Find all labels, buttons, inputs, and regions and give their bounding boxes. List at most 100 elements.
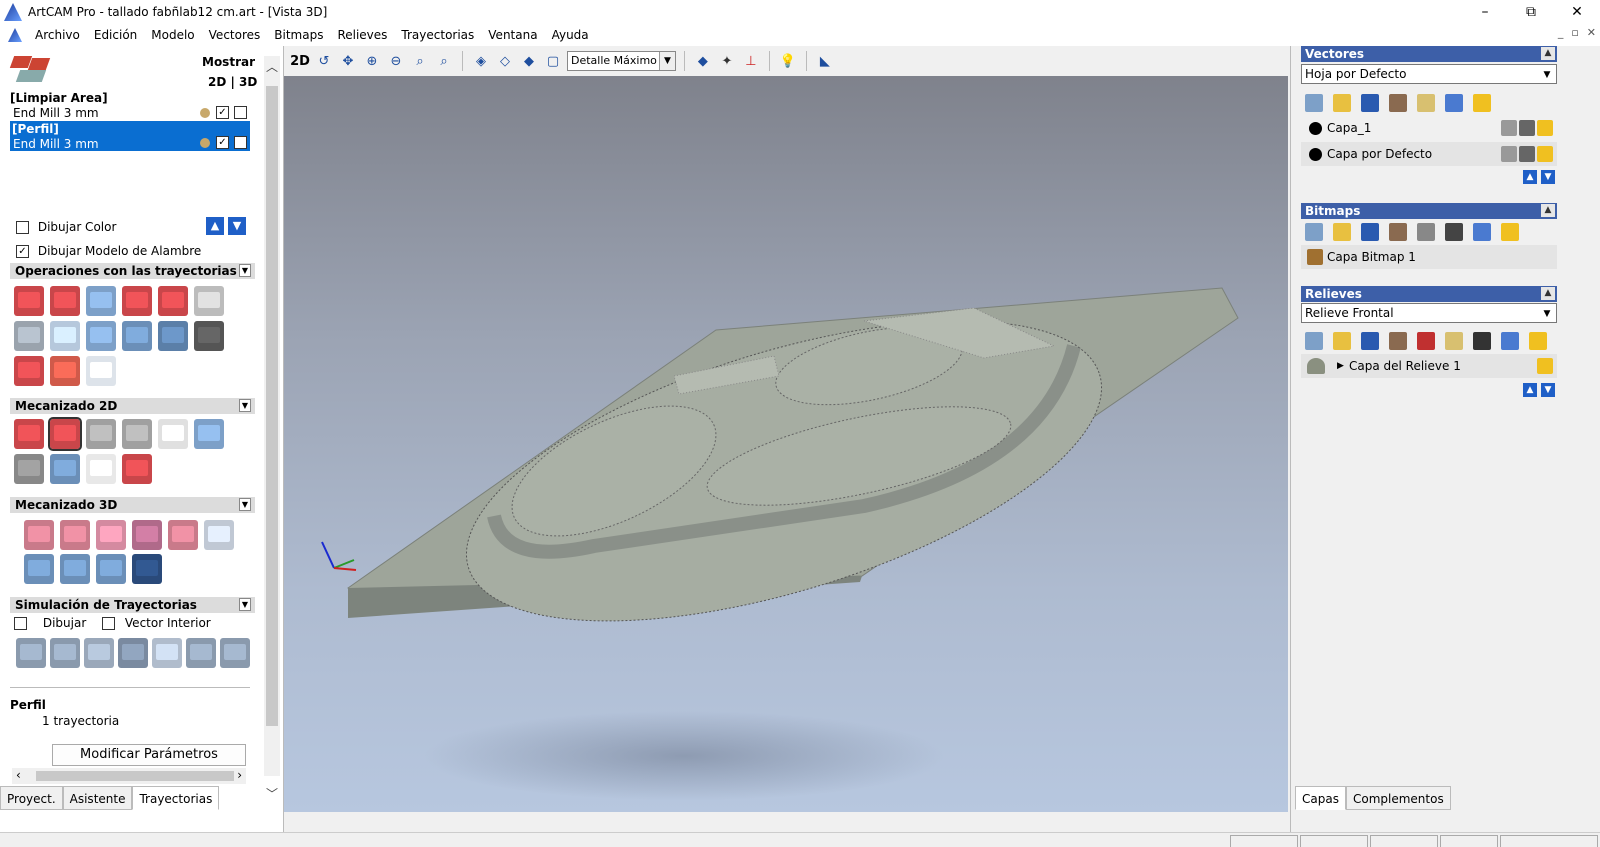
vector-sheet-select[interactable]: Hoja por Defecto ▼	[1301, 64, 1557, 84]
scroll-down-icon[interactable]: ﹀	[264, 785, 280, 802]
light-icon[interactable]: 💡	[778, 51, 798, 71]
bulb-icon[interactable]	[1537, 146, 1553, 162]
sim-export-icon[interactable]	[220, 638, 250, 668]
view-side-icon[interactable]: ◆	[519, 51, 539, 71]
menu-edicion[interactable]: Edición	[87, 28, 144, 42]
dibujar-color-checkbox[interactable]	[16, 221, 29, 234]
toolpath-visible-2d-checkbox[interactable]: ✓	[216, 106, 229, 119]
toolpath-map-icon[interactable]	[86, 356, 116, 386]
relief-layer-row[interactable]: ▶ Capa del Relieve 1	[1301, 354, 1557, 378]
menu-bitmaps[interactable]: Bitmaps	[267, 28, 330, 42]
save-icon[interactable]	[1361, 94, 1379, 112]
collapse-icon[interactable]: ▼	[239, 498, 251, 511]
toolpath-rotate-icon[interactable]	[194, 321, 224, 351]
toolpath-group-limpiar[interactable]: [Limpiar Area]	[10, 91, 108, 105]
3d-undo-icon[interactable]	[132, 554, 162, 584]
menu-trayectorias[interactable]: Trayectorias	[394, 28, 481, 42]
toolpath-visible-3d-checkbox[interactable]	[234, 106, 247, 119]
layer-light-icon[interactable]	[1417, 94, 1435, 112]
toolpath-merge-icon[interactable]	[158, 286, 188, 316]
block-cut-icon[interactable]	[86, 321, 116, 351]
section-mecanizado-3d[interactable]: Mecanizado 3D ▼	[10, 497, 255, 513]
zoom-extents-icon[interactable]: ⌕	[410, 51, 430, 71]
pan-icon[interactable]: ✥	[338, 51, 358, 71]
save-icon[interactable]	[1361, 332, 1379, 350]
sim-block-icon[interactable]	[118, 638, 148, 668]
area-clearance-icon[interactable]	[48, 417, 82, 451]
lock-icon[interactable]	[1501, 146, 1517, 162]
bulb-icon[interactable]	[1501, 223, 1519, 241]
engraving-icon[interactable]	[158, 419, 188, 449]
3d-pencil-icon[interactable]	[60, 554, 90, 584]
toolpath-row[interactable]: End Mill 3 mm ✓	[10, 106, 250, 121]
mdi-close-icon[interactable]: ✕	[1587, 26, 1596, 39]
drilling-icon[interactable]	[86, 419, 116, 449]
menu-modelo[interactable]: Modelo	[144, 28, 201, 42]
zoom-out-icon[interactable]: ⊖	[386, 51, 406, 71]
section-simulacion[interactable]: Simulación de Trayectorias ▼	[10, 597, 255, 613]
scroll-up-icon[interactable]: ︿	[264, 58, 280, 75]
dibujar-alambre-row[interactable]: ✓ Dibujar Modelo de Alambre	[16, 244, 201, 258]
spiral-icon[interactable]	[14, 454, 44, 484]
open-folder-icon[interactable]	[1333, 223, 1351, 241]
toolpath-visible-2d-checkbox[interactable]: ✓	[216, 136, 229, 149]
tab-asistente[interactable]: Asistente	[62, 786, 133, 810]
text-toolpath-icon[interactable]	[122, 454, 152, 484]
view-front-icon[interactable]: ◇	[495, 51, 515, 71]
toolpath-stack-icon[interactable]	[86, 286, 116, 316]
toolpath-visible-3d-checkbox[interactable]	[234, 136, 247, 149]
move-down-icon[interactable]: ▼	[1541, 170, 1555, 184]
section-mecanizado-2d[interactable]: Mecanizado 2D ▼	[10, 398, 255, 414]
sim-run-icon[interactable]	[16, 638, 46, 668]
left-horizontal-scrollbar[interactable]: ‹ ›	[12, 768, 246, 784]
expand-icon[interactable]: ▶	[1337, 354, 1344, 378]
mdi-minimize-icon[interactable]: _	[1558, 26, 1564, 39]
vector-layer-row[interactable]: Capa por Defecto	[1301, 142, 1557, 166]
delete-icon[interactable]	[1473, 223, 1491, 241]
menu-archivo[interactable]: Archivo	[28, 28, 87, 42]
chevron-down-icon[interactable]: ▼	[1539, 66, 1555, 82]
zoom-in-icon[interactable]: ⊕	[362, 51, 382, 71]
tab-capas[interactable]: Capas	[1295, 786, 1346, 810]
bitmap-layer-row[interactable]: Capa Bitmap 1	[1301, 245, 1557, 269]
toolpath-sim-icon[interactable]	[14, 321, 44, 351]
menu-relieves[interactable]: Relieves	[330, 28, 394, 42]
image-icon[interactable]	[1445, 223, 1463, 241]
grid-icon[interactable]: ✦	[717, 51, 737, 71]
toolpath-op-icon[interactable]	[14, 286, 44, 316]
3d-inspect-icon[interactable]	[204, 520, 234, 550]
new-layer-icon[interactable]	[1305, 94, 1323, 112]
paste-icon[interactable]	[1389, 223, 1407, 241]
close-button[interactable]: ✕	[1554, 0, 1600, 24]
3d-machine-relief-icon[interactable]	[24, 554, 54, 584]
3d-finishing-icon[interactable]	[60, 520, 90, 550]
toolpath-selected-block[interactable]: [Perfil] End Mill 3 mm ✓	[10, 121, 250, 151]
sim-fast-icon[interactable]	[84, 638, 114, 668]
edit-icon[interactable]	[1519, 146, 1535, 162]
chevron-down-icon[interactable]: ▼	[658, 52, 675, 70]
delete-icon[interactable]	[1445, 94, 1463, 112]
move-down-icon[interactable]: ▼	[228, 217, 246, 235]
collapse-icon[interactable]: ▲	[1541, 287, 1555, 300]
menu-vectores[interactable]: Vectores	[202, 28, 268, 42]
view-2d-button[interactable]: 2D	[290, 51, 310, 71]
toolpath-transform-icon[interactable]	[122, 321, 152, 351]
scroll-thumb[interactable]	[266, 86, 278, 726]
dibujar-color-row[interactable]: Dibujar Color	[16, 220, 116, 234]
maximize-button[interactable]: ⧉	[1508, 0, 1554, 24]
scroll-right-icon[interactable]: ›	[237, 768, 242, 782]
vbit-carving-icon[interactable]	[122, 419, 152, 449]
3d-rest-icon[interactable]	[168, 520, 198, 550]
tab-trayectorias[interactable]: Trayectorias	[132, 786, 220, 810]
toolpath-edit-icon[interactable]	[122, 286, 152, 316]
menu-ayuda[interactable]: Ayuda	[545, 28, 596, 42]
3d-feature-icon[interactable]	[96, 554, 126, 584]
move-up-icon[interactable]: ▲	[206, 217, 224, 235]
axes-icon[interactable]: ⊥	[741, 51, 761, 71]
collapse-icon[interactable]: ▲	[1541, 47, 1555, 60]
delete-icon[interactable]	[1501, 332, 1519, 350]
bulb-icon[interactable]	[1537, 120, 1553, 136]
toolpath-copy-icon[interactable]	[158, 321, 188, 351]
move-down-icon[interactable]: ▼	[1541, 383, 1555, 397]
section-operaciones[interactable]: Operaciones con las trayectorias ▼	[10, 263, 255, 279]
